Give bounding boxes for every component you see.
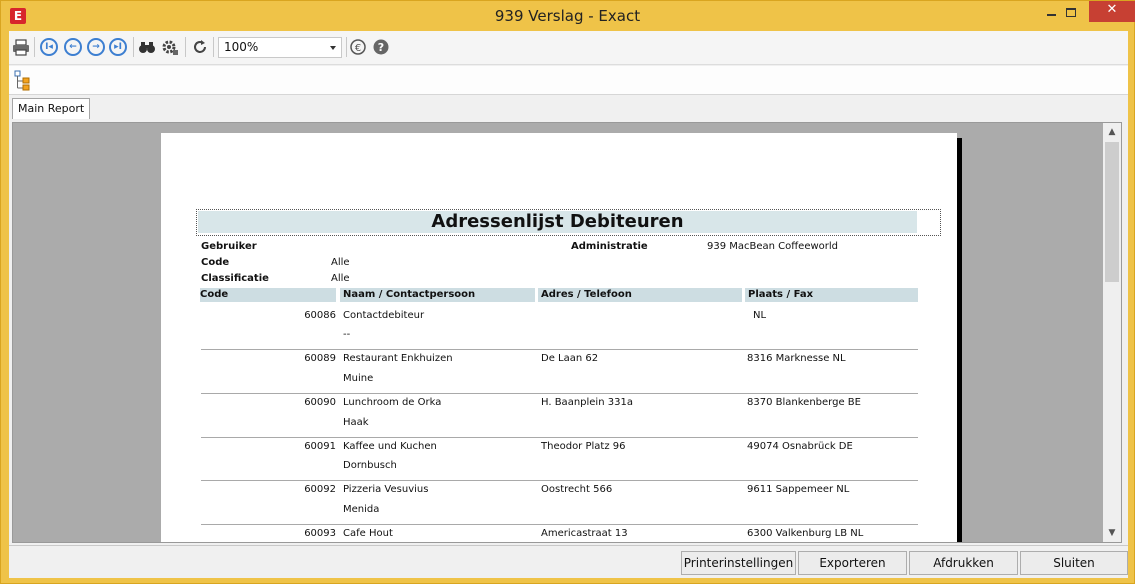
row-code: 60090 (304, 397, 336, 408)
row-city: 6300 Valkenburg LB NL (747, 528, 864, 539)
report-tabs: Main Report (9, 94, 1128, 120)
row-city: 8316 Marknesse NL (747, 353, 846, 364)
report-title-box: Adressenlijst Debiteuren (196, 209, 941, 236)
row-name: Lunchroom de Orka (343, 397, 442, 408)
filter-label-code: Code (201, 257, 230, 268)
report-title: Adressenlijst Debiteuren (431, 211, 684, 232)
group-tree-bar (9, 66, 1128, 94)
row-city: 9611 Sappemeer NL (747, 484, 850, 495)
report-viewer[interactable]: Adressenlijst Debiteuren Gebruiker Code … (12, 122, 1122, 543)
row-divider (201, 349, 918, 350)
row-contact: -- (343, 329, 351, 340)
zoom-value: 100% (224, 40, 259, 54)
column-header-code: Code (200, 288, 336, 302)
row-city: 8370 Blankenberge BE (747, 397, 861, 408)
row-contact: Dornbusch (343, 460, 397, 471)
group-tree-icon[interactable] (14, 70, 34, 92)
tab-main-report[interactable]: Main Report (12, 98, 91, 119)
column-header-address: Adres / Telefoon (538, 288, 742, 302)
row-divider (201, 480, 918, 481)
admin-value: 939 MacBean Coffeeworld (707, 241, 839, 252)
last-page-icon[interactable]: ▸I (109, 38, 127, 56)
row-contact: Haak (343, 417, 369, 428)
row-city: NL (753, 310, 767, 321)
row-address: De Laan 62 (541, 353, 599, 364)
button-bar: Printerinstellingen Exporteren Afdrukken… (9, 545, 1128, 578)
filter-label-classification: Classificatie (201, 273, 269, 284)
print-icon[interactable] (12, 38, 30, 56)
toolbar-separator (346, 37, 347, 57)
row-code: 60092 (304, 484, 336, 495)
binoculars-icon[interactable] (138, 38, 156, 56)
toolbar-separator (133, 37, 134, 57)
gear-icon[interactable] (161, 38, 179, 56)
print-button[interactable]: Afdrukken (909, 551, 1018, 575)
chevron-down-icon (330, 46, 336, 50)
row-address: Oostrecht 566 (541, 484, 613, 495)
row-divider (201, 393, 918, 394)
row-code: 60093 (304, 528, 336, 539)
row-name: Kaffee und Kuchen (343, 441, 437, 452)
scroll-thumb[interactable] (1105, 142, 1119, 282)
row-address: H. Baanplein 331a (541, 397, 633, 408)
help-icon[interactable]: ? (372, 38, 390, 56)
svg-text:€: € (355, 43, 361, 54)
next-page-icon[interactable]: → (87, 38, 105, 56)
toolbar-separator (185, 37, 186, 57)
window-title: 939 Verslag - Exact (494, 7, 641, 25)
refresh-icon[interactable] (191, 38, 209, 56)
admin-label: Administratie (571, 241, 648, 252)
row-code: 60089 (304, 353, 336, 364)
row-city: 49074 Osnabrück DE (747, 441, 853, 452)
row-name: Pizzeria Vesuvius (343, 484, 429, 495)
row-name: Cafe Hout (343, 528, 393, 539)
row-code: 60086 (304, 310, 336, 321)
row-contact: Menida (343, 504, 380, 515)
export-button[interactable]: Exporteren (798, 551, 907, 575)
client-area: I◂ ← → ▸I 100% € ? Main Report Adressenl… (9, 31, 1128, 578)
toolbar-separator (34, 37, 35, 57)
svg-text:?: ? (378, 41, 384, 54)
scroll-up-icon[interactable]: ▲ (1103, 123, 1121, 141)
column-header-city: Plaats / Fax (745, 288, 918, 302)
row-address: Americastraat 13 (541, 528, 628, 539)
report-window: E 939 Verslag - Exact I◂ ← → ▸I (0, 0, 1135, 584)
row-address: Theodor Platz 96 (541, 441, 626, 452)
row-name: Contactdebiteur (343, 310, 425, 321)
row-contact: Muine (343, 373, 374, 384)
euro-icon[interactable]: € (349, 38, 367, 56)
row-name: Restaurant Enkhuizen (343, 353, 453, 364)
row-divider (201, 437, 918, 438)
column-header-name: Naam / Contactpersoon (340, 288, 535, 302)
row-code: 60091 (304, 441, 336, 452)
toolbar: I◂ ← → ▸I 100% € ? (9, 31, 1128, 65)
close-window-button[interactable] (1089, 1, 1135, 22)
title-bar[interactable]: E 939 Verslag - Exact (1, 1, 1135, 31)
filter-label-user: Gebruiker (201, 241, 257, 252)
close-button[interactable]: Sluiten (1020, 551, 1128, 575)
report-page: Adressenlijst Debiteuren Gebruiker Code … (161, 133, 957, 542)
maximize-button[interactable] (1057, 1, 1085, 23)
vertical-scrollbar[interactable]: ▲ ▼ (1103, 123, 1121, 542)
row-divider (201, 524, 918, 525)
filter-value-code: Alle (331, 257, 350, 268)
scroll-down-icon[interactable]: ▼ (1103, 524, 1121, 542)
filter-value-classification: Alle (331, 273, 350, 284)
first-page-icon[interactable]: I◂ (40, 38, 58, 56)
toolbar-separator (213, 37, 214, 57)
zoom-select[interactable]: 100% (218, 37, 342, 58)
printer-settings-button[interactable]: Printerinstellingen (681, 551, 796, 575)
previous-page-icon[interactable]: ← (64, 38, 82, 56)
